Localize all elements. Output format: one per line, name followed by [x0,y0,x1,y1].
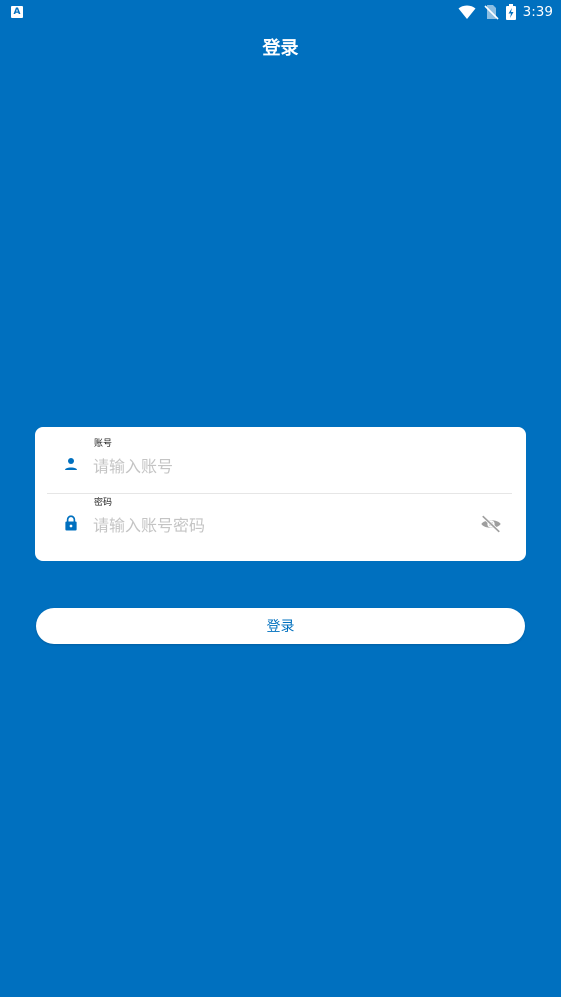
eye-off-icon[interactable] [480,513,502,535]
status-time: 3:39 [522,4,553,20]
app-notification-icon: A [11,6,23,18]
person-icon [65,458,77,470]
account-input[interactable] [93,453,463,479]
account-field: 账号 [35,427,526,493]
app-notification-letter: A [13,7,21,17]
battery-charging-icon [505,4,516,20]
lock-icon [65,515,77,531]
login-button[interactable]: 登录 [36,608,525,644]
password-input[interactable] [93,512,463,538]
password-field: 密码 [35,493,526,559]
account-label: 账号 [94,439,113,449]
status-bar: A 3:39 [0,0,561,24]
no-sim-icon [484,5,499,20]
login-form-card: 账号 密码 [35,427,526,561]
page-title: 登录 [262,38,299,59]
status-icons: 3:39 [458,3,553,21]
wifi-icon [458,5,476,19]
password-label: 密码 [94,498,113,508]
